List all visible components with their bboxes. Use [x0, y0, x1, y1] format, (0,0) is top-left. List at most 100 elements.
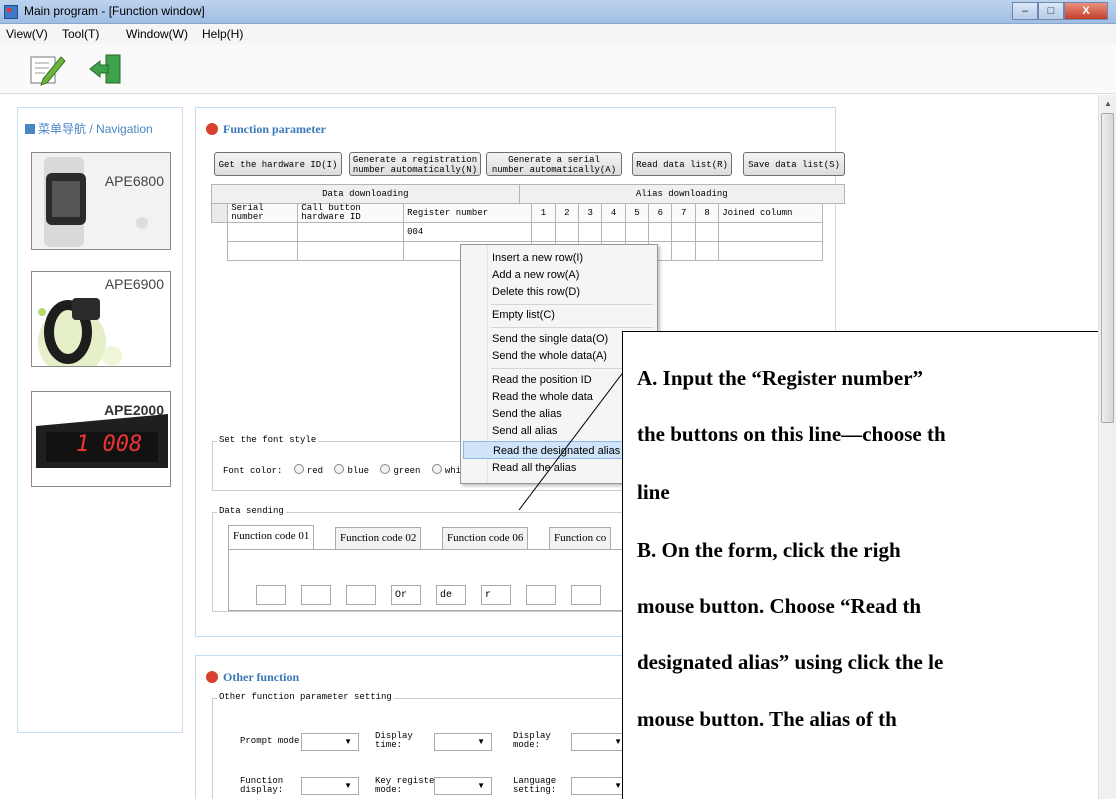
annotation-line: designated alias” using click the le [637, 650, 944, 674]
register-cell[interactable]: 004 [403, 222, 533, 242]
col-hardware-id[interactable]: Call button hardware ID [297, 203, 405, 223]
tab-function-code-02[interactable]: Function code 02 [335, 527, 422, 549]
font-style-label: Set the font style [217, 435, 319, 445]
annotation-callout: A. Input the “Register number” the butto… [622, 331, 1116, 799]
tab-function-code-more[interactable]: Function co [549, 527, 612, 549]
code-box-6[interactable]: r [481, 585, 511, 605]
save-data-list-button[interactable]: Save data list(S) [743, 152, 845, 176]
menu-separator [491, 327, 653, 328]
col-serial-number[interactable]: Serial number [227, 203, 299, 223]
display-time-dropdown[interactable] [434, 733, 492, 751]
key-register-label: Key register mode: [375, 776, 440, 795]
device-label: APE2000 [104, 402, 164, 418]
col-joined[interactable]: Joined column [718, 203, 823, 223]
display-digits: 1 008 [76, 432, 143, 457]
code-box-5[interactable]: de [436, 585, 466, 605]
data-grid: Data downloading Alias downloading [211, 184, 846, 204]
navigation-panel: 菜单导航 / Navigation APE6800 APE6900 APE200… [17, 107, 183, 733]
device-ape6900[interactable]: APE6900 [31, 271, 171, 367]
menu-help[interactable]: Help(H) [202, 27, 243, 41]
menu-bar: View(V) Tool(T) Window(W) Help(H) [0, 24, 1116, 44]
prompt-mode-dropdown[interactable] [301, 733, 359, 751]
radio-white[interactable] [431, 464, 442, 474]
function-display-dropdown[interactable] [301, 777, 359, 795]
device-ape2000[interactable]: APE2000 1 008 [31, 391, 171, 487]
exit-icon[interactable] [86, 51, 126, 87]
code-box-1[interactable] [256, 585, 286, 605]
generate-registration-button[interactable]: Generate a registration number automatic… [349, 152, 481, 176]
panel-icon [206, 671, 218, 683]
annotation-line: mouse button. Choose “Read th [637, 594, 922, 618]
col-alias-8[interactable]: 8 [694, 203, 720, 223]
menu-separator [491, 304, 653, 305]
annotation-line: A. Input the “Register number” [637, 366, 924, 390]
display-time-label: Display time: [375, 731, 413, 750]
scrollbar-thumb[interactable] [1101, 113, 1114, 423]
menu-view[interactable]: View(V) [6, 27, 48, 41]
close-button[interactable]: X [1064, 2, 1108, 20]
col-alias-7[interactable]: 7 [671, 203, 696, 223]
vertical-scrollbar[interactable]: ▲ [1098, 95, 1116, 799]
get-hardware-id-button[interactable]: Get the hardware ID(I) [214, 152, 342, 176]
display-mode-label: Display mode: [513, 731, 551, 750]
read-data-list-button[interactable]: Read data list(R) [632, 152, 732, 176]
table-row[interactable]: 004 [212, 222, 823, 242]
menu-insert-row[interactable]: Insert a new row(I) [463, 249, 655, 267]
window-controls: – □ X [1012, 2, 1108, 20]
panel-icon [206, 123, 218, 135]
code-box-7[interactable] [526, 585, 556, 605]
radio-red[interactable] [293, 464, 304, 474]
minimize-button[interactable]: – [1012, 2, 1038, 20]
language-setting-dropdown[interactable] [571, 777, 629, 795]
function-display-label: Function display: [240, 776, 284, 795]
annotation-line: line [637, 480, 670, 504]
col-alias-3[interactable]: 3 [577, 203, 603, 223]
window-title: Main program - [Function window] [24, 4, 205, 18]
generate-serial-button[interactable]: Generate a serial number automatically(A… [486, 152, 622, 176]
watch-icon [44, 157, 148, 247]
menu-tool[interactable]: Tool(T) [62, 27, 99, 41]
language-setting-label: Language setting: [513, 776, 557, 795]
navigation-title: 菜单导航 / Navigation [25, 120, 153, 137]
col-alias-5[interactable]: 5 [624, 203, 650, 223]
annotation-line: mouse button. The alias of th [637, 707, 897, 731]
edit-icon[interactable] [27, 51, 67, 87]
code-box-3[interactable] [346, 585, 376, 605]
col-register-number[interactable]: Register number [403, 203, 533, 223]
grid-icon [25, 124, 35, 134]
radio-blue[interactable] [334, 464, 345, 474]
alias-downloading-header: Alias downloading [518, 184, 846, 204]
other-setting-label: Other function parameter setting [217, 692, 394, 702]
menu-add-row[interactable]: Add a new row(A) [463, 266, 655, 284]
col-alias-4[interactable]: 4 [601, 203, 626, 223]
code-box-4[interactable]: Or [391, 585, 421, 605]
code-box-8[interactable] [571, 585, 601, 605]
row-header-corner[interactable] [210, 203, 229, 223]
prompt-mode-label: Prompt mode: [240, 736, 305, 746]
menu-empty-list[interactable]: Empty list(C) [463, 306, 655, 324]
app-icon [4, 5, 18, 19]
data-sending-label: Data sending [217, 506, 286, 516]
scroll-up-icon[interactable]: ▲ [1104, 99, 1112, 108]
col-alias-6[interactable]: 6 [648, 203, 673, 223]
menu-delete-row[interactable]: Delete this row(D) [463, 283, 655, 301]
panel-title: Other function [206, 670, 299, 685]
annotation-line: B. On the form, click the righ [637, 538, 901, 562]
device-ape6800[interactable]: APE6800 [31, 152, 171, 250]
panel-title: Function parameter [206, 122, 326, 137]
tab-function-code-06[interactable]: Function code 06 [442, 527, 529, 549]
toolbar [0, 44, 1116, 94]
key-register-dropdown[interactable] [434, 777, 492, 795]
col-alias-2[interactable]: 2 [554, 203, 579, 223]
menu-window[interactable]: Window(W) [126, 27, 188, 41]
font-color-row: Font color: red blue green whi [223, 464, 462, 476]
device-label: APE6900 [104, 276, 164, 292]
radio-green[interactable] [380, 464, 391, 474]
col-alias-1[interactable]: 1 [531, 203, 556, 223]
code-box-2[interactable] [301, 585, 331, 605]
display-mode-dropdown[interactable] [571, 733, 629, 751]
data-downloading-header: Data downloading [211, 184, 520, 204]
maximize-button[interactable]: □ [1038, 2, 1064, 20]
tab-function-code-01[interactable]: Function code 01 [228, 525, 315, 549]
annotation-line: the buttons on this line—choose th [637, 422, 946, 446]
